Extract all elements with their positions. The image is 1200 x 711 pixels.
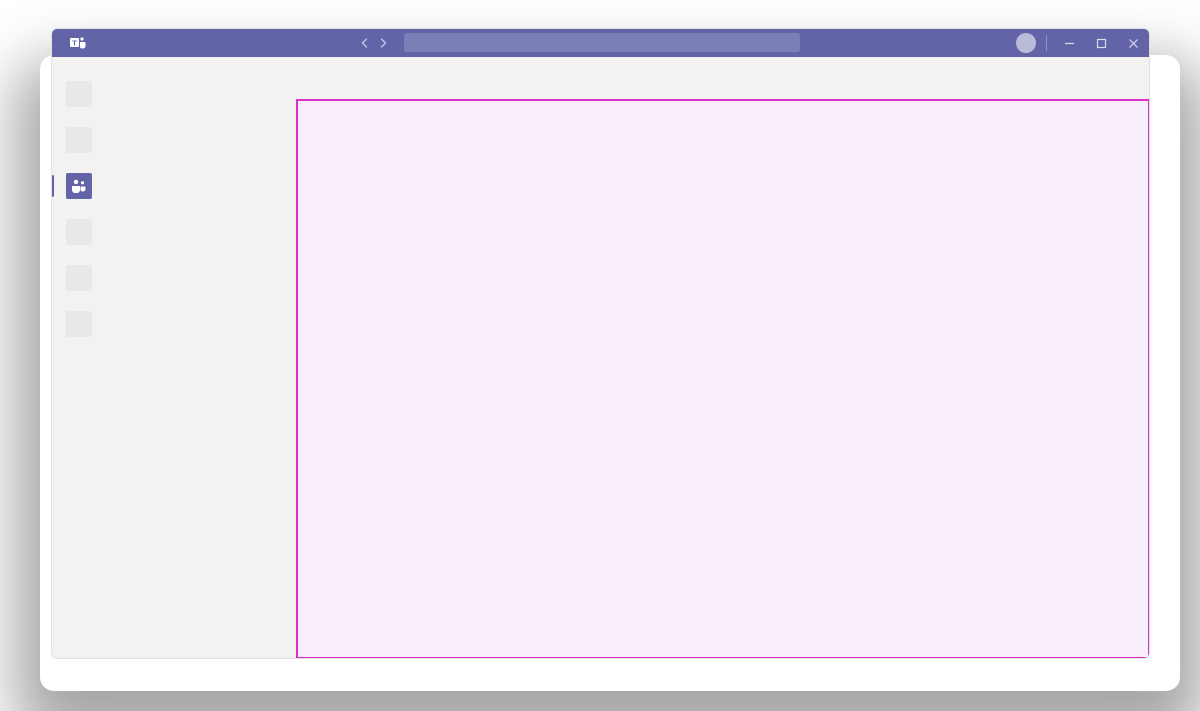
- left-rail: [52, 57, 106, 658]
- rail-item-4[interactable]: [66, 219, 92, 245]
- app-window: T: [51, 28, 1150, 659]
- rail-item-teams[interactable]: [66, 173, 92, 199]
- search-input[interactable]: [404, 33, 800, 52]
- rail-item-5[interactable]: [66, 265, 92, 291]
- maximize-button[interactable]: [1085, 29, 1117, 57]
- rail-item-6[interactable]: [66, 311, 92, 337]
- close-button[interactable]: [1117, 29, 1149, 57]
- title-bar: T: [52, 29, 1149, 57]
- maximize-icon: [1096, 38, 1107, 49]
- rail-item-1[interactable]: [66, 81, 92, 107]
- app-logo: T: [64, 29, 92, 57]
- teams-icon: [71, 179, 87, 193]
- user-avatar[interactable]: [1016, 33, 1036, 53]
- minimize-icon: [1064, 38, 1075, 49]
- svg-text:T: T: [72, 38, 77, 47]
- nav-back-button[interactable]: [360, 38, 369, 48]
- content-highlight-region: [296, 99, 1150, 659]
- minimize-button[interactable]: [1053, 29, 1085, 57]
- secondary-sidebar: [106, 57, 296, 658]
- chevron-left-icon: [360, 38, 369, 48]
- chevron-right-icon: [379, 38, 388, 48]
- teams-logo-icon: T: [70, 35, 86, 51]
- main-content: [296, 57, 1149, 658]
- nav-forward-button[interactable]: [379, 38, 388, 48]
- rail-item-2[interactable]: [66, 127, 92, 153]
- divider: [1046, 35, 1047, 51]
- close-icon: [1128, 38, 1139, 49]
